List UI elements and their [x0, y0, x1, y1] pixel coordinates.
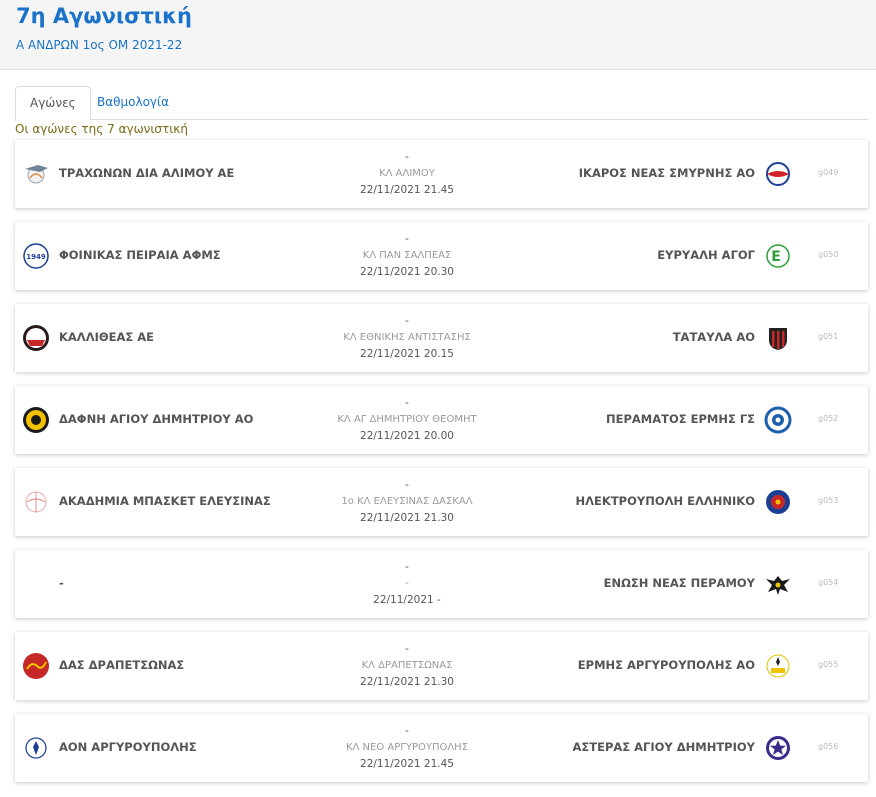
- blue-red-crest-icon: [766, 490, 790, 514]
- double-eagle-icon: [766, 576, 790, 595]
- kallithea-crest-icon: [23, 325, 49, 351]
- home-team-name: -: [59, 576, 64, 590]
- match-score: -: [405, 642, 409, 655]
- away-team-name: ΤΑΤΑΥΛΑ ΑΟ: [672, 330, 755, 344]
- away-team-name: ΠΕΡΑΜΑΤΟΣ ΕΡΜΗΣ ΓΣ: [605, 412, 755, 426]
- match-venue: ΚΛ ΔΡΑΠΕΤΣΩΝΑΣ: [361, 660, 453, 671]
- laurel-figure-icon: [25, 737, 47, 759]
- match-score: -: [405, 396, 409, 409]
- page-subtitle: Α ΑΝΔΡΩΝ 1ος ΟΜ 2021-22: [16, 38, 183, 52]
- match-score: -: [405, 724, 409, 737]
- match-info: - - 22/11/2021 -: [307, 558, 507, 609]
- striped-shield-icon: [769, 328, 787, 350]
- match-datetime: 22/11/2021 21.30: [360, 676, 454, 688]
- match-row[interactable]: - - - 22/11/2021 - ΕΝΩΣΗ ΝΕΑΣ ΠΕΡΑΜΟΥ g0…: [15, 550, 868, 618]
- green-e-icon: E: [766, 244, 790, 268]
- match-code: g055: [818, 660, 839, 669]
- academy-ball-icon: [25, 491, 47, 513]
- home-team-name: ΚΑΛΛΙΘΕΑΣ ΑΕ: [59, 330, 155, 344]
- match-info: - ΚΛ ΠΑΝ ΣΑΛΠΕΑΣ 22/11/2021 20.30: [307, 230, 507, 281]
- match-code: g050: [818, 250, 839, 259]
- home-team-name: ΑΚΑΔΗΜΙΑ ΜΠΑΣΚΕΤ ΕΛΕΥΣΙΝΑΣ: [59, 494, 271, 508]
- match-row[interactable]: ΤΡΑΧΩΝΩΝ ΔΙΑ ΑΛΙΜΟΥ ΑΕ - ΚΛ ΑΛΙΜΟΥ 22/11…: [15, 140, 868, 208]
- svg-text:E: E: [771, 249, 781, 265]
- tab-matches[interactable]: Αγώνες: [15, 86, 91, 121]
- match-venue: ΚΛ ΝΕΟ ΑΡΓΥΡΟΥΠΟΛΗΣ: [345, 742, 469, 753]
- home-team-name: ΑΟΝ ΑΡΓΥΡΟΥΠΟΛΗΣ: [59, 740, 197, 754]
- basketball-bird-icon: [25, 165, 48, 184]
- match-score: -: [405, 232, 409, 245]
- red-blue-ball-icon: [766, 162, 790, 186]
- phoenix-1949-icon: 1949: [23, 243, 49, 269]
- match-row[interactable]: ΔΑΣ ΔΡΑΠΕΤΣΩΝΑΣ - ΚΛ ΔΡΑΠΕΤΣΩΝΑΣ 22/11/2…: [15, 632, 868, 700]
- match-code: g054: [818, 578, 839, 587]
- match-info: - ΚΛ ΕΘΝΙΚΗΣ ΑΝΤΙΣΤΑΣΗΣ 22/11/2021 20.15: [307, 312, 507, 363]
- match-code: g053: [818, 496, 839, 505]
- home-team-name: ΦΟΙΝΙΚΑΣ ΠΕΙΡΑΙΑ ΑΦΜΣ: [59, 248, 221, 262]
- match-venue: ΚΛ ΠΑΝ ΣΑΛΠΕΑΣ: [362, 250, 452, 261]
- match-row[interactable]: ΚΑΛΛΙΘΕΑΣ ΑΕ - ΚΛ ΕΘΝΙΚΗΣ ΑΝΤΙΣΤΑΣΗΣ 22/…: [15, 304, 868, 372]
- red-wave-icon: [23, 653, 49, 679]
- match-info: - ΚΛ ΔΡΑΠΕΤΣΩΝΑΣ 22/11/2021 21.30: [307, 640, 507, 691]
- match-row[interactable]: ΑΟΝ ΑΡΓΥΡΟΥΠΟΛΗΣ - ΚΛ ΝΕΟ ΑΡΓΥΡΟΥΠΟΛΗΣ 2…: [15, 714, 868, 782]
- away-team-name: ΙΚΑΡΟΣ ΝΕΑΣ ΣΜΥΡΝΗΣ ΑΟ: [578, 166, 755, 180]
- match-venue: ΚΛ ΑΛΙΜΟΥ: [379, 168, 435, 179]
- match-score: -: [405, 150, 409, 163]
- match-datetime: 22/11/2021 21.30: [360, 512, 454, 524]
- match-datetime: 22/11/2021 -: [373, 594, 441, 606]
- match-row[interactable]: 1949 ΦΟΙΝΙΚΑΣ ΠΕΙΡΑΙΑ ΑΦΜΣ - ΚΛ ΠΑΝ ΣΑΛΠ…: [15, 222, 868, 290]
- match-info: - 1ο ΚΛ ΕΛΕΥΣΙΝΑΣ ΔΑΣΚΑΛ 22/11/2021 21.3…: [307, 476, 507, 527]
- tab-bar: Αγώνες Βαθμολογία: [15, 86, 868, 121]
- away-team-name: ΗΛΕΚΤΡΟΥΠΟΛΗ ΕΛΛΗΝΙΚΟ: [575, 494, 755, 508]
- match-datetime: 22/11/2021 21.45: [360, 758, 454, 770]
- match-venue: ΚΛ ΑΓ ΔΗΜΗΤΡΙΟΥ ΘΕΟΜΗΤ: [337, 414, 477, 425]
- match-datetime: 22/11/2021 21.45: [360, 184, 454, 196]
- match-info: - ΚΛ ΝΕΟ ΑΡΓΥΡΟΥΠΟΛΗΣ 22/11/2021 21.45: [307, 722, 507, 773]
- svg-text:1949: 1949: [26, 253, 46, 261]
- match-row[interactable]: ΔΑΦΝΗ ΑΓΙΟΥ ΔΗΜΗΤΡΙΟΥ ΑΟ - ΚΛ ΑΓ ΔΗΜΗΤΡΙ…: [15, 386, 868, 454]
- match-venue: -: [405, 578, 409, 589]
- home-team-name: ΔΑΣ ΔΡΑΠΕΤΣΩΝΑΣ: [59, 658, 185, 672]
- purple-star-icon: [766, 736, 790, 760]
- home-team-name: ΔΑΦΝΗ ΑΓΙΟΥ ΔΗΜΗΤΡΙΟΥ ΑΟ: [59, 412, 254, 426]
- away-team-name: ΑΣΤΕΡΑΣ ΑΓΙΟΥ ΔΗΜΗΤΡΙΟΥ: [572, 740, 755, 754]
- page-header: 7η Αγωνιστική Α ΑΝΔΡΩΝ 1ος ΟΜ 2021-22: [0, 0, 876, 70]
- matches-caption: Οι αγώνες της 7 αγωνιστική: [15, 122, 188, 136]
- tab-standings[interactable]: Βαθμολογία: [83, 86, 183, 120]
- match-code: g052: [818, 414, 839, 423]
- match-info: - ΚΛ ΑΛΙΜΟΥ 22/11/2021 21.45: [307, 148, 507, 199]
- away-team-name: ΕΝΩΣΗ ΝΕΑΣ ΠΕΡΑΜΟΥ: [603, 576, 755, 590]
- match-code: g049: [818, 168, 839, 177]
- match-score: -: [405, 560, 409, 573]
- home-team-name: ΤΡΑΧΩΝΩΝ ΔΙΑ ΑΛΙΜΟΥ ΑΕ: [59, 166, 235, 180]
- match-datetime: 22/11/2021 20.15: [360, 348, 454, 360]
- yellow-black-crest-icon: [23, 407, 49, 433]
- blue-ring-icon: [764, 406, 792, 434]
- away-team-name: ΕΡΜΗΣ ΑΡΓΥΡΟΥΠΟΛΗΣ ΑΟ: [577, 658, 755, 672]
- match-row[interactable]: ΑΚΑΔΗΜΙΑ ΜΠΑΣΚΕΤ ΕΛΕΥΣΙΝΑΣ - 1ο ΚΛ ΕΛΕΥΣ…: [15, 468, 868, 536]
- match-info: - ΚΛ ΑΓ ΔΗΜΗΤΡΙΟΥ ΘΕΟΜΗΤ 22/11/2021 20.0…: [307, 394, 507, 445]
- match-score: -: [405, 314, 409, 327]
- match-venue: 1ο ΚΛ ΕΛΕΥΣΙΝΑΣ ΔΑΣΚΑΛ: [341, 496, 473, 507]
- match-code: g051: [818, 332, 839, 341]
- match-score: -: [405, 478, 409, 491]
- match-datetime: 22/11/2021 20.30: [360, 266, 454, 278]
- hermes-figure-icon: [766, 654, 790, 678]
- page-title: 7η Αγωνιστική: [16, 4, 192, 28]
- match-venue: ΚΛ ΕΘΝΙΚΗΣ ΑΝΤΙΣΤΑΣΗΣ: [343, 332, 471, 343]
- away-team-name: ΕΥΡΥΑΛΗ ΑΓΟΓ: [657, 248, 755, 262]
- match-code: g056: [818, 742, 839, 751]
- match-datetime: 22/11/2021 20.00: [360, 430, 454, 442]
